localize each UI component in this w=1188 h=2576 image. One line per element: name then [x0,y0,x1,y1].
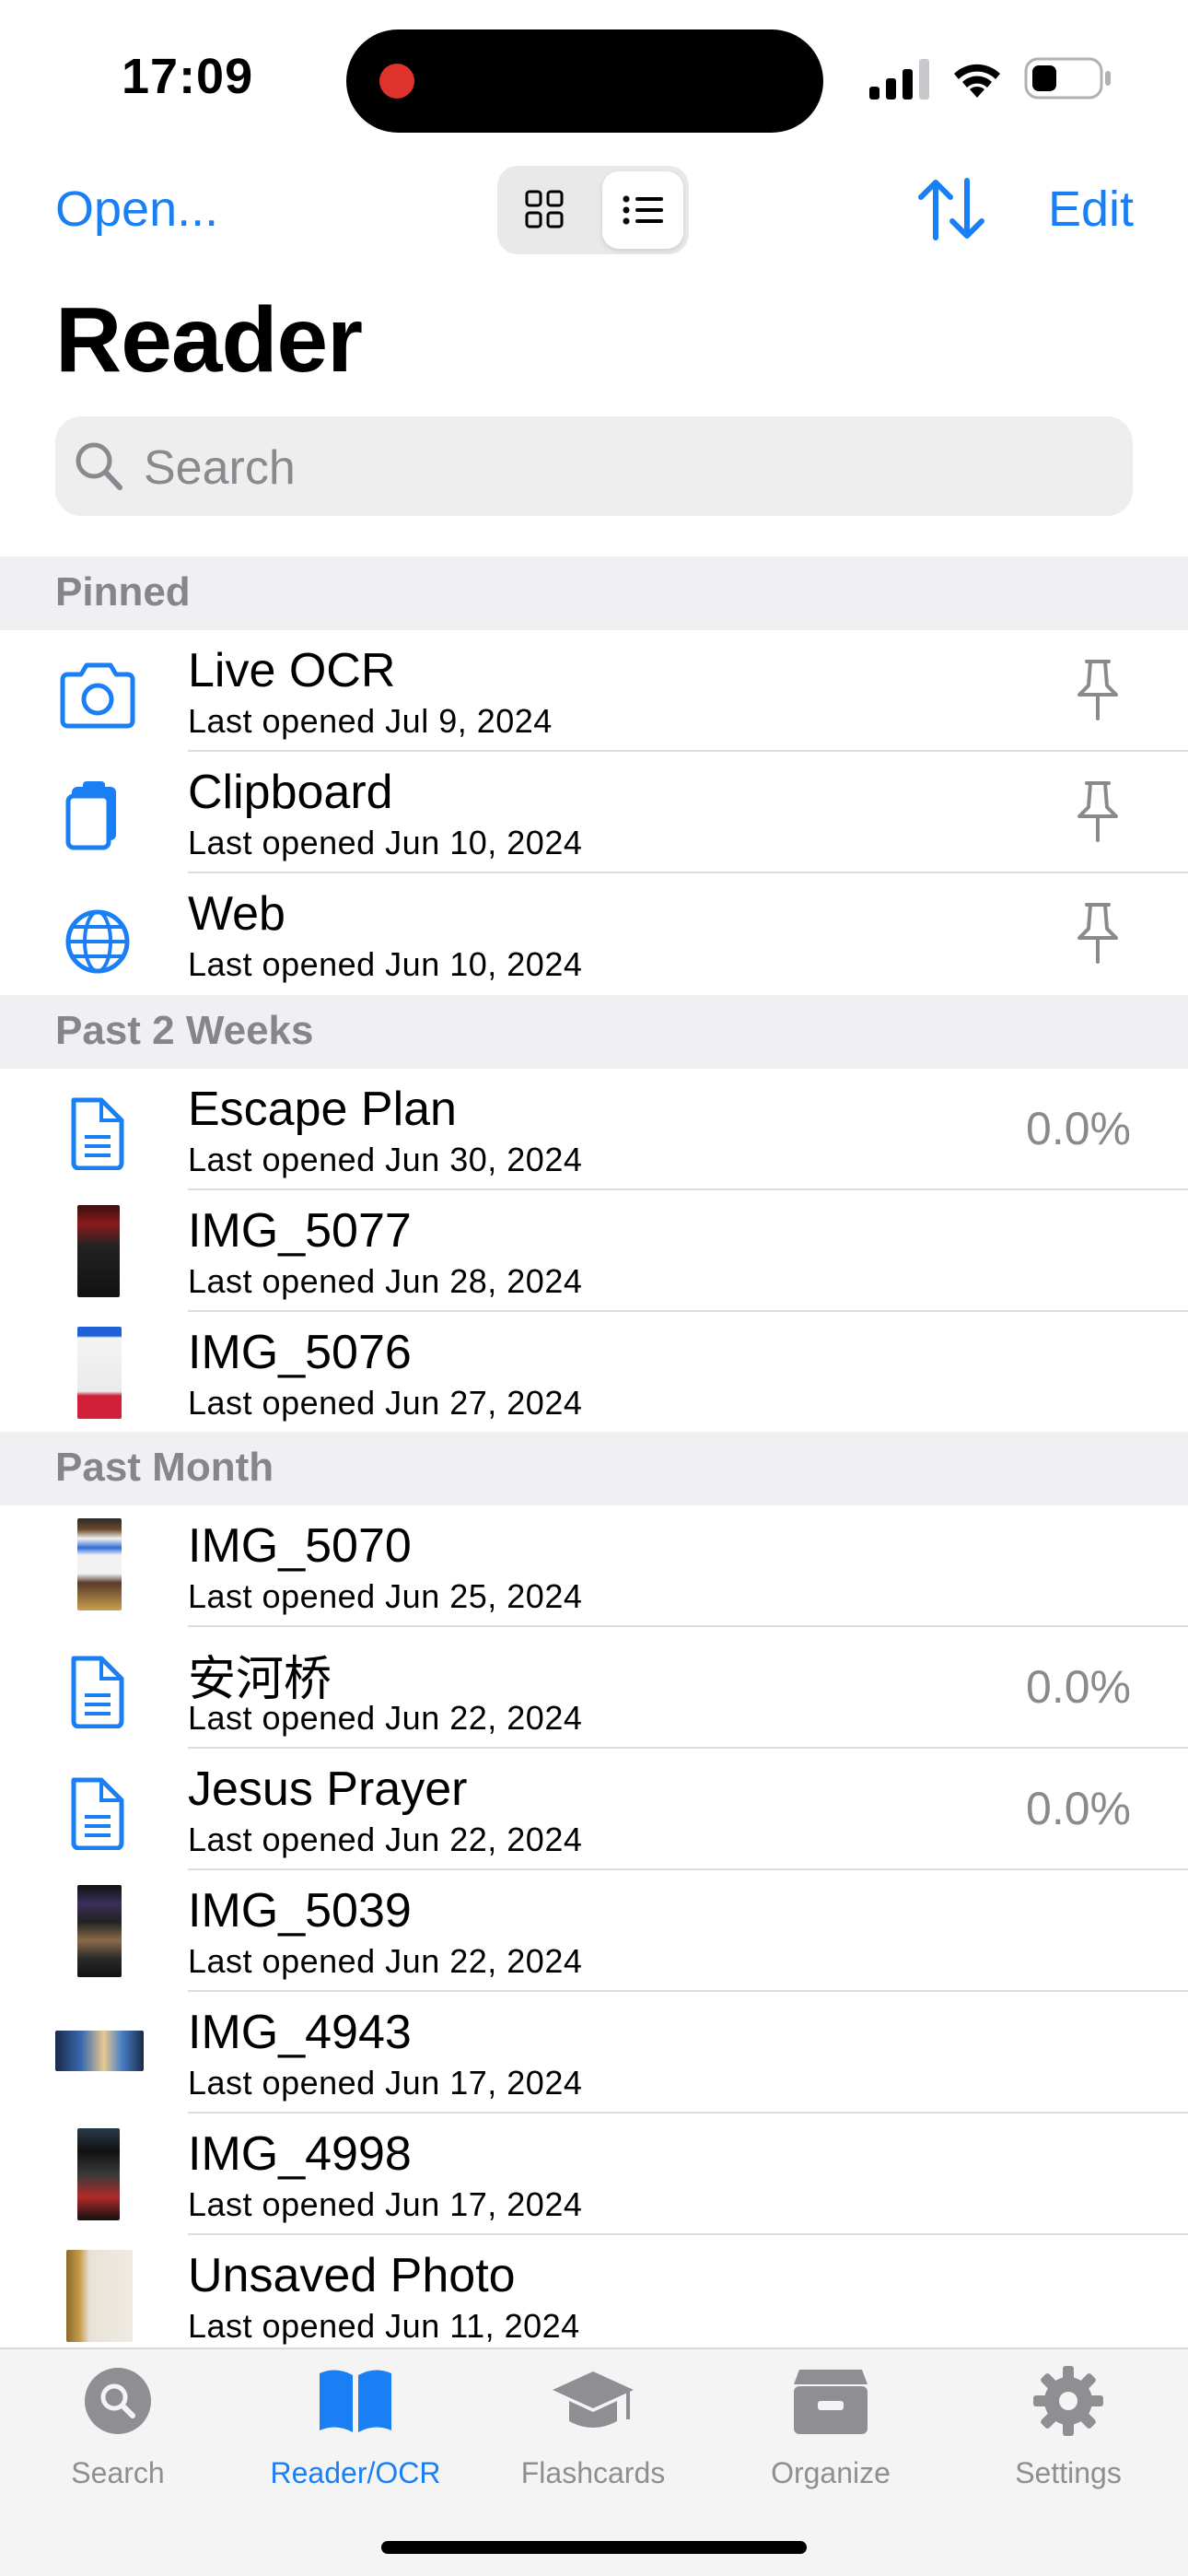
list-view-button[interactable] [602,171,683,249]
item-title: Clipboard [188,766,393,819]
globe-icon [65,909,130,974]
tab-settings[interactable]: Settings [976,2364,1160,2493]
magnifier-icon [85,2368,151,2434]
item-title: Jesus Prayer [188,1762,468,1816]
sort-button[interactable] [915,177,989,246]
item-subtitle: Last opened Jun 25, 2024 [188,1577,583,1615]
edit-button[interactable]: Edit [1048,181,1134,238]
list-item[interactable]: Unsaved Photo Last opened Jun 11, 2024 [0,2235,1188,2357]
page-title: Reader [55,288,363,392]
tab-organize[interactable]: Organize [739,2364,923,2493]
list-view-icon [623,195,663,225]
item-title: Web [188,887,285,941]
photo-thumbnail [77,1885,122,1977]
item-subtitle: Last opened Jun 10, 2024 [188,824,583,861]
book-icon [320,2370,391,2432]
search-placeholder: Search [144,441,296,495]
item-subtitle: Last opened Jun 27, 2024 [188,1384,583,1422]
wifi-icon [954,64,1000,98]
clipboard-icon [65,781,116,850]
battery-icon [1024,57,1111,100]
list-item[interactable]: IMG_4943 Last opened Jun 17, 2024 [0,1992,1188,2113]
list-item[interactable]: Live OCR Last opened Jul 9, 2024 [0,630,1188,752]
item-subtitle: Last opened Jun 30, 2024 [188,1141,583,1178]
item-title: IMG_5076 [188,1326,412,1379]
archive-box-icon [794,2370,868,2434]
item-subtitle: Last opened Jun 17, 2024 [188,2064,583,2102]
home-indicator[interactable] [381,2541,807,2554]
tab-flashcards[interactable]: Flashcards [501,2364,685,2493]
section-header-past-2-weeks: Past 2 Weeks [0,995,1188,1069]
search-icon [76,442,122,490]
section-title: Pinned [55,569,191,615]
photo-thumbnail [55,2031,144,2071]
list-item[interactable]: IMG_5077 Last opened Jun 28, 2024 [0,1190,1188,1312]
tab-search[interactable]: Search [26,2364,210,2493]
list-item[interactable]: Jesus Prayer Last opened Jun 22, 2024 0.… [0,1749,1188,1870]
tab-label: Search [71,2456,165,2489]
item-subtitle: Last opened Jun 22, 2024 [188,1699,583,1737]
tab-reader-ocr[interactable]: Reader/OCR [263,2364,448,2493]
item-title: Live OCR [188,644,396,697]
reading-progress: 0.0% [1026,1783,1131,1834]
list-item[interactable]: Web Last opened Jun 10, 2024 [0,873,1188,995]
graduation-cap-icon [553,2371,634,2428]
item-title: IMG_5077 [188,1204,412,1258]
item-subtitle: Last opened Jun 28, 2024 [188,1262,583,1300]
section-title: Past Month [55,1445,274,1490]
pin-icon[interactable] [1074,901,1122,966]
document-icon [71,1777,124,1850]
tab-label: Flashcards [520,2456,666,2489]
grid-view-button[interactable] [525,190,564,233]
dynamic-island [346,29,823,133]
item-subtitle: Last opened Jun 22, 2024 [188,1821,583,1858]
section-header-pinned: Pinned [0,556,1188,630]
section-title: Past 2 Weeks [55,1008,314,1053]
open-button[interactable]: Open... [55,181,218,238]
list-item[interactable]: IMG_5070 Last opened Jun 25, 2024 [0,1505,1188,1627]
item-title: IMG_4998 [188,2127,412,2181]
item-subtitle: Last opened Jun 17, 2024 [188,2185,583,2223]
item-title: IMG_5070 [188,1519,412,1573]
item-title: Escape Plan [188,1083,457,1136]
photo-thumbnail [77,2128,120,2220]
tab-label: Settings [1015,2456,1122,2489]
reading-progress: 0.0% [1026,1661,1131,1713]
tab-label: Organize [771,2456,891,2489]
pin-icon[interactable] [1074,658,1122,722]
item-title: IMG_4943 [188,2006,412,2059]
photo-thumbnail [66,2250,133,2342]
item-subtitle: Last opened Jun 22, 2024 [188,1942,583,1980]
pin-icon[interactable] [1074,779,1122,844]
grid-view-icon [525,190,564,228]
photo-thumbnail [77,1327,122,1419]
list-item[interactable]: IMG_4998 Last opened Jun 17, 2024 [0,2113,1188,2235]
section-header-past-month: Past Month [0,1432,1188,1505]
list-item[interactable]: Escape Plan Last opened Jun 30, 2024 0.0… [0,1069,1188,1190]
item-title: Unsaved Photo [188,2249,516,2302]
photo-thumbnail [77,1205,120,1297]
item-subtitle: Last opened Jul 9, 2024 [188,702,553,740]
list-item[interactable]: Clipboard Last opened Jun 10, 2024 [0,752,1188,873]
list-item[interactable]: IMG_5039 Last opened Jun 22, 2024 [0,1870,1188,1992]
sort-arrows-icon [918,178,984,240]
item-title: IMG_5039 [188,1884,412,1938]
document-icon [71,1656,124,1728]
list-item[interactable]: IMG_5076 Last opened Jun 27, 2024 [0,1312,1188,1434]
document-icon [71,1097,124,1170]
gear-icon [1033,2366,1103,2436]
list-item[interactable]: 安河桥 Last opened Jun 22, 2024 0.0% [0,1627,1188,1749]
photo-thumbnail [77,1518,122,1610]
item-subtitle: Last opened Jun 11, 2024 [188,2307,580,2345]
reading-progress: 0.0% [1026,1103,1131,1154]
cellular-signal-icon [869,59,929,100]
recording-indicator-icon [379,64,414,99]
camera-icon [60,662,135,729]
item-subtitle: Last opened Jun 10, 2024 [188,945,583,983]
tab-label: Reader/OCR [270,2456,441,2489]
status-time: 17:09 [122,49,254,104]
